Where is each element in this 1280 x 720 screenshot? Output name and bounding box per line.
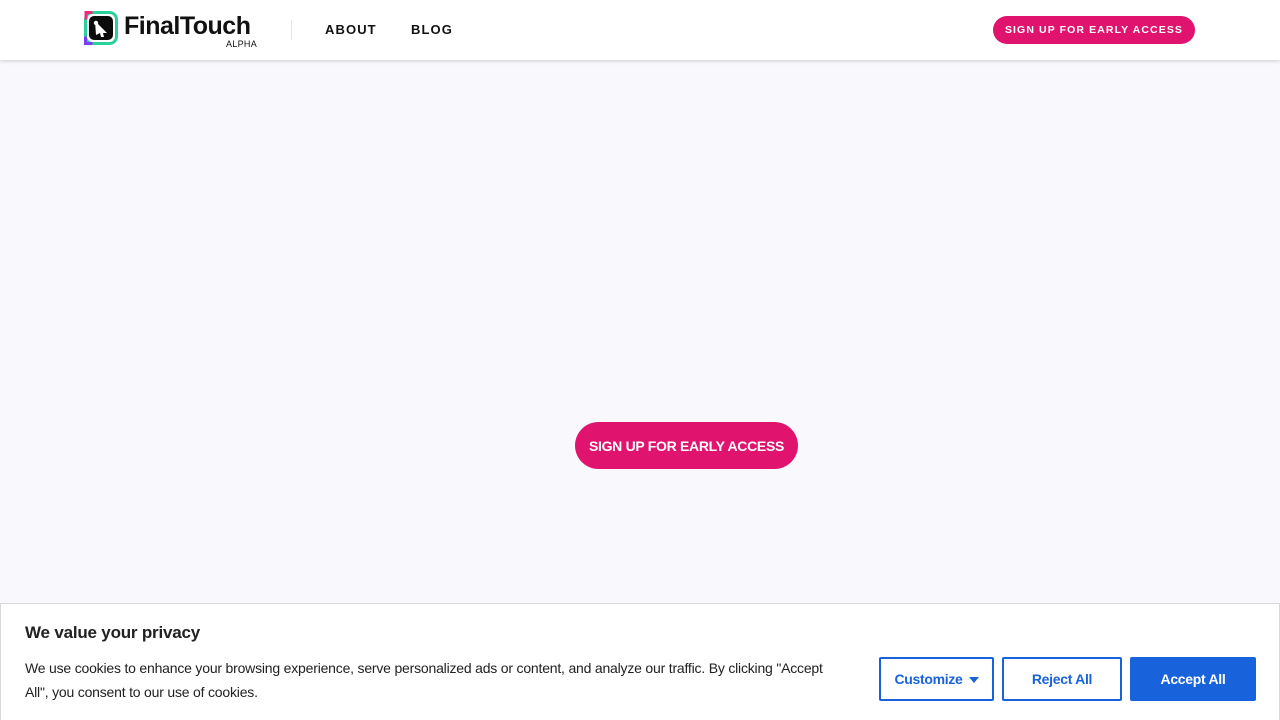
nav-link-blog[interactable]: BLOG [411,22,453,37]
site-header: FinalTouch ALPHA ABOUT BLOG SIGN UP FOR … [0,0,1280,60]
cookie-title: We value your privacy [25,623,201,642]
caret-down-icon [968,677,979,684]
header-signup-button[interactable]: SIGN UP FOR EARLY ACCESS [993,16,1195,44]
hero-signup-button[interactable]: SIGN UP FOR EARLY ACCESS [575,422,798,469]
brand-logo[interactable]: FinalTouch ALPHA [84,11,264,51]
brand-name: FinalTouch [124,12,251,40]
customize-button[interactable]: Customize [879,657,994,701]
brand-tag: ALPHA [226,39,258,49]
nav-divider [291,20,292,40]
customize-label: Customize [894,671,963,687]
reject-all-button[interactable]: Reject All [1002,657,1122,701]
nav-link-about[interactable]: ABOUT [325,22,377,37]
accept-all-button[interactable]: Accept All [1130,657,1256,701]
cookie-description: We use cookies to enhance your browsing … [25,660,823,700]
finaltouch-logo-icon [84,11,118,45]
cookie-consent-banner: We value your privacy We use cookies to … [0,603,1280,720]
